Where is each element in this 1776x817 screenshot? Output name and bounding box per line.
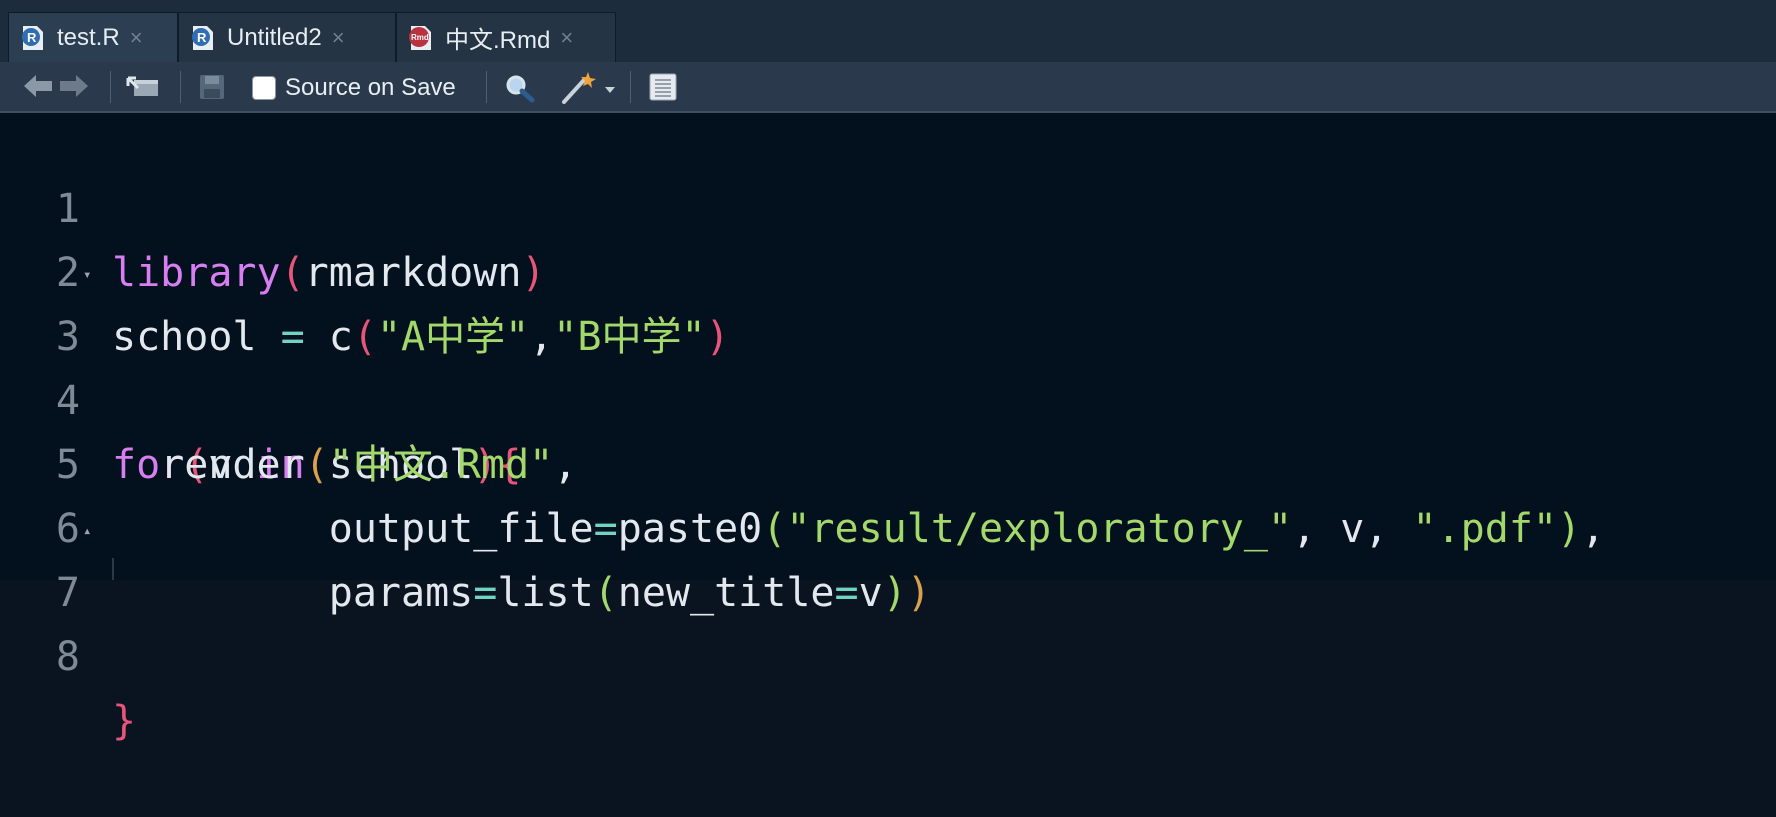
indent-guide xyxy=(112,558,114,580)
editor-toolbar: Source on Save xyxy=(0,62,1776,113)
chevron-down-icon[interactable] xyxy=(604,86,616,94)
fold-up-icon[interactable]: ▴ xyxy=(83,499,91,563)
code-text: } xyxy=(112,698,137,744)
save-icon[interactable] xyxy=(198,73,226,101)
toolbar-separator xyxy=(486,71,487,103)
toolbar-separator xyxy=(110,71,111,103)
close-icon[interactable]: × xyxy=(130,25,143,51)
rmd-file-icon: Rmd xyxy=(409,25,431,50)
code-line: 2 school = c("A中学","B中学") xyxy=(0,177,1776,360)
source-on-save-label: Source on Save xyxy=(285,74,456,101)
tab-label: test.R xyxy=(57,23,120,51)
document-outline-icon[interactable] xyxy=(648,72,678,102)
checkbox-icon[interactable] xyxy=(252,76,276,100)
show-in-window-icon[interactable] xyxy=(126,72,162,100)
source-on-save-checkbox[interactable]: Source on Save xyxy=(252,74,456,102)
svg-text:R: R xyxy=(197,30,207,45)
svg-text:Rmd: Rmd xyxy=(411,33,429,42)
editor-tab-bar: R test.R × R Untitled2 × Rmd 中文.Rmd × xyxy=(0,0,1776,63)
magic-wand-icon[interactable] xyxy=(560,70,600,104)
back-arrow-icon[interactable] xyxy=(22,73,54,99)
code-line: 6 params=list(new_title=v)) xyxy=(0,433,1776,616)
code-line: 7 ▴ } xyxy=(0,497,1776,744)
code-editor[interactable]: 1 library(rmarkdown) 2 school = c("A中学",… xyxy=(0,113,1776,744)
tab-chinese-rmd[interactable]: Rmd 中文.Rmd × xyxy=(396,12,616,62)
search-icon[interactable] xyxy=(504,73,536,103)
tab-untitled2[interactable]: R Untitled2 × xyxy=(178,12,396,62)
code-line: 5 output_file=paste0("result/exploratory… xyxy=(0,369,1776,552)
close-icon[interactable]: × xyxy=(560,25,573,51)
svg-text:R: R xyxy=(27,30,37,45)
tab-test-r[interactable]: R test.R × xyxy=(8,12,178,62)
r-file-icon: R xyxy=(22,25,43,50)
line-number: 8 xyxy=(55,634,80,680)
tab-label: Untitled2 xyxy=(227,23,322,51)
fold-down-icon[interactable]: ▾ xyxy=(83,243,91,307)
r-file-icon: R xyxy=(192,25,213,50)
code-line: 4 render("中文.Rmd", xyxy=(0,305,1776,488)
code-line: 3 ▾ for(v in school){ xyxy=(0,241,1776,488)
code-line: 8 xyxy=(0,561,1776,680)
toolbar-separator xyxy=(180,71,181,103)
code-line: 1 library(rmarkdown) xyxy=(0,113,1776,296)
forward-arrow-icon[interactable] xyxy=(58,73,90,99)
tab-label: 中文.Rmd xyxy=(445,27,551,54)
close-icon[interactable]: × xyxy=(332,25,345,51)
toolbar-separator xyxy=(630,71,631,103)
